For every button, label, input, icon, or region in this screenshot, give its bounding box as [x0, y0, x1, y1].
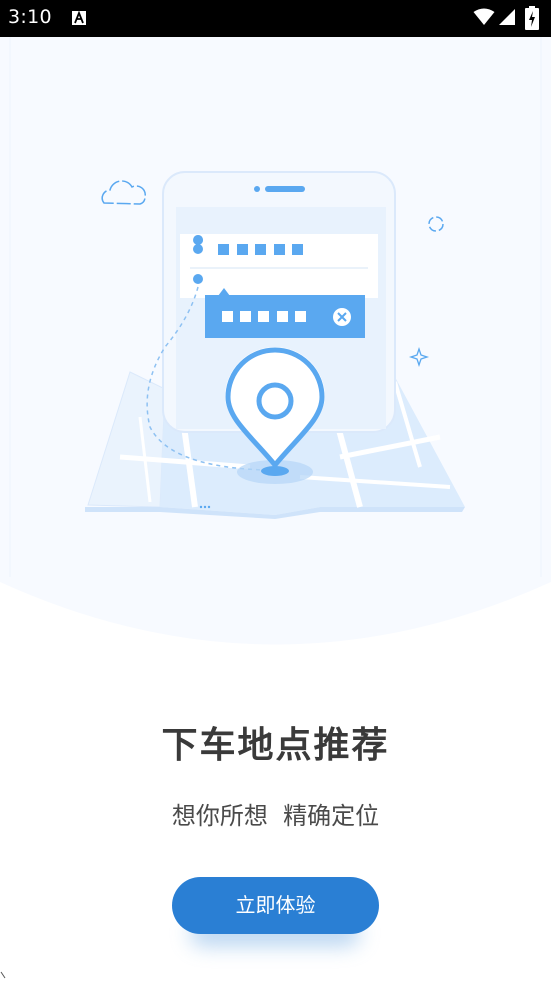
destination-popup-icon: [205, 288, 365, 338]
accessibility-icon: [72, 11, 86, 25]
sparkle-icon: [408, 346, 430, 368]
try-now-button[interactable]: 立即体验: [172, 877, 379, 934]
corner-mark-icon: [0, 971, 6, 979]
dots-icon: [199, 505, 211, 509]
wifi-icon: [473, 8, 495, 25]
status-bar: 3:10: [0, 0, 551, 37]
status-time: 3:10: [8, 6, 52, 28]
ring-icon: [428, 216, 444, 232]
location-illustration: [85, 171, 465, 519]
battery-icon: [525, 6, 539, 30]
page-subtitle: 想你所想 精确定位: [171, 802, 380, 830]
signal-icon: [499, 9, 515, 25]
cloud-icon: [101, 180, 146, 205]
page-title: 下车地点推荐: [161, 725, 390, 766]
